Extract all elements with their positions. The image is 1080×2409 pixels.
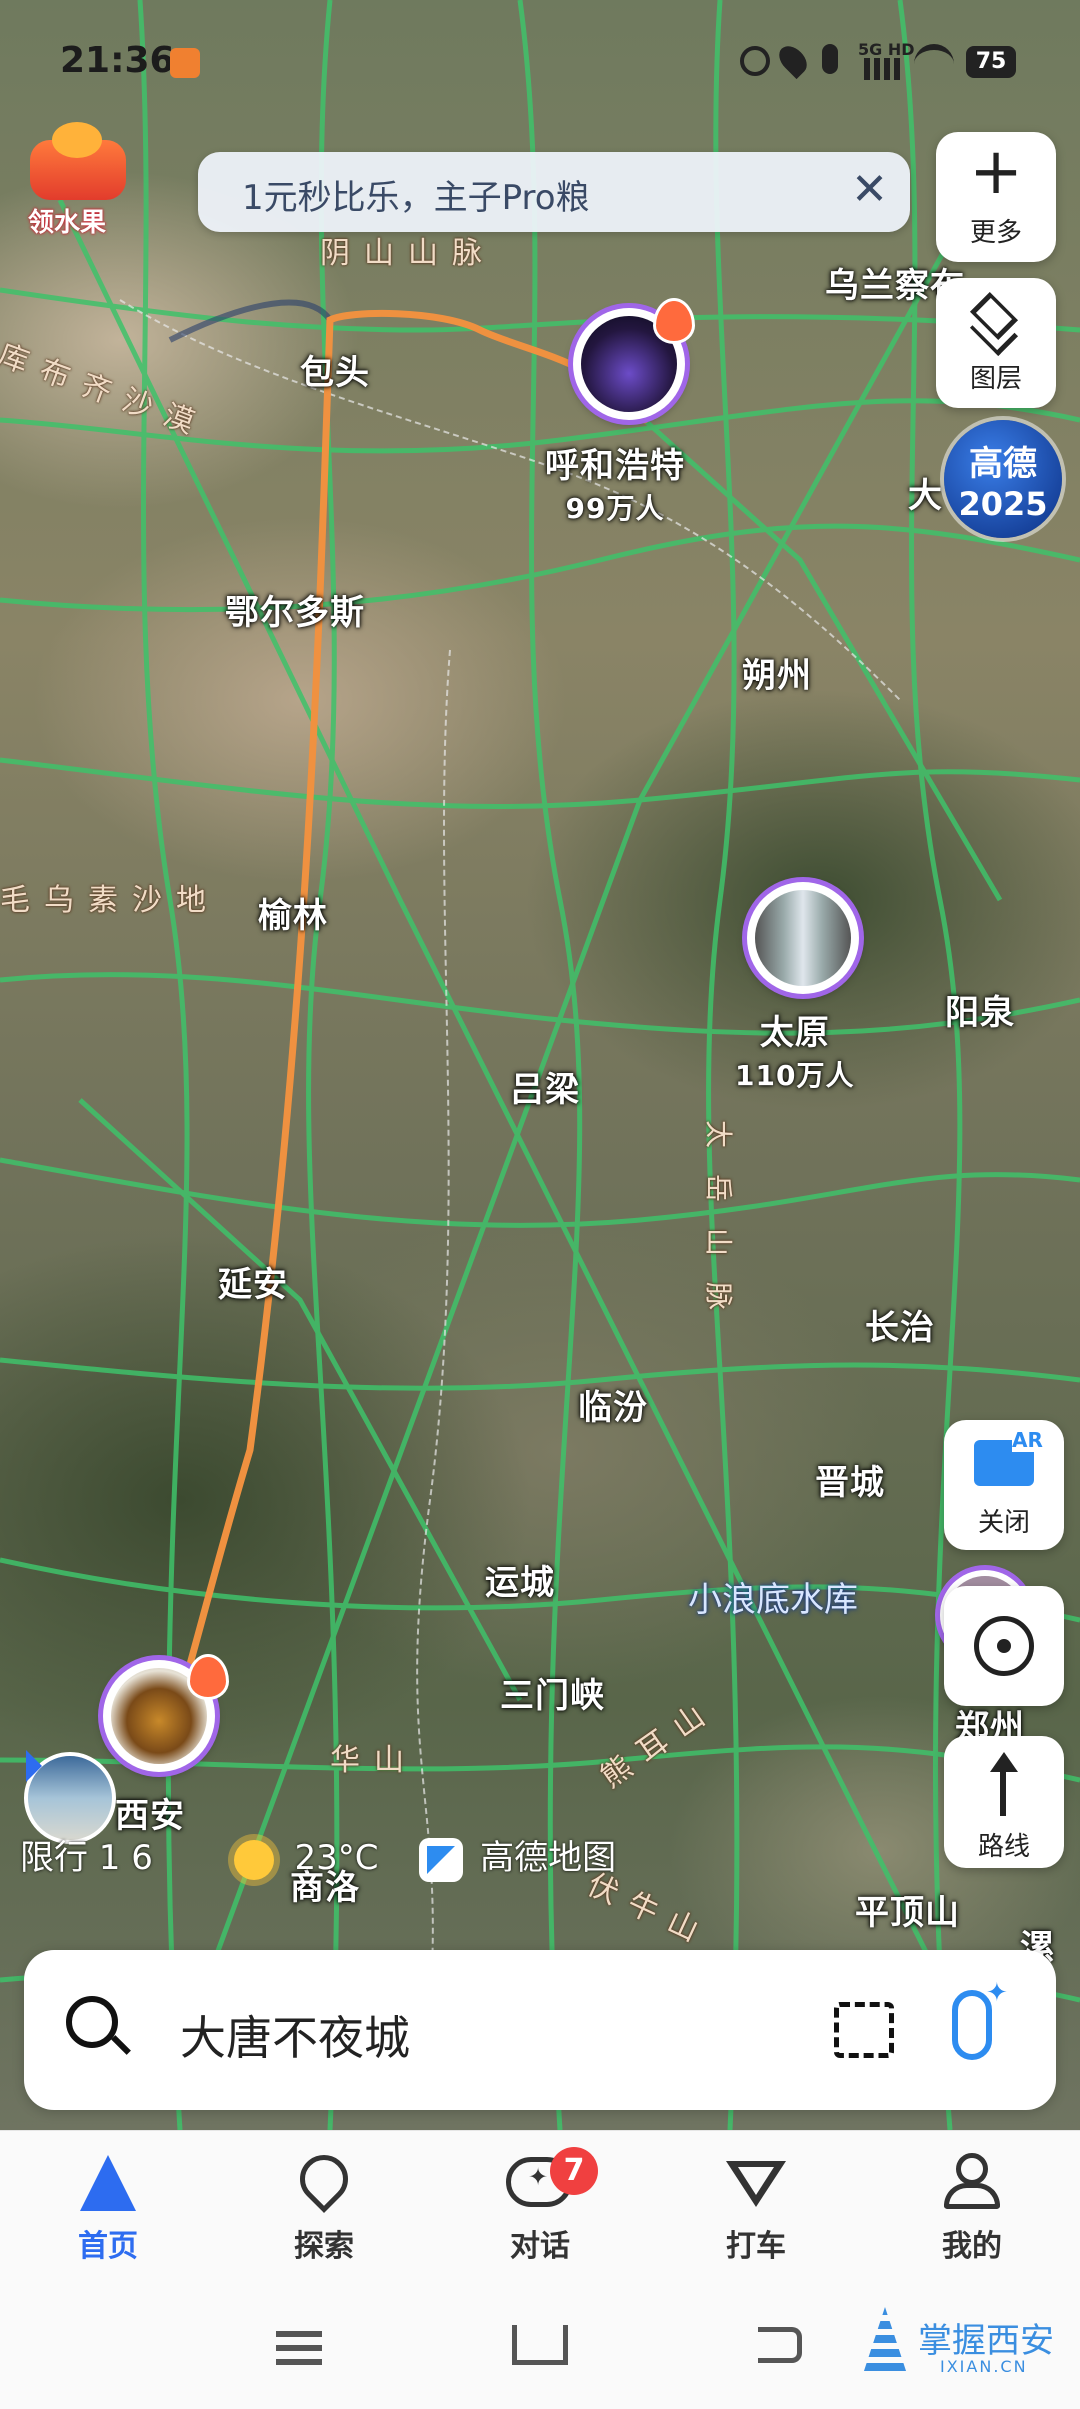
alarm-icon [740, 46, 770, 76]
tab-chat-label: 对话 [510, 2229, 570, 2264]
tab-me[interactable]: 我的 [892, 2151, 1052, 2265]
city-changzhi[interactable]: 长治 [865, 1300, 935, 1349]
city-yuncheng[interactable]: 运城 [485, 1555, 555, 1604]
bottom-nav: 首页 探索 ✦ 7 对话 打车 我的 掌握西安 IXIAN.CN [0, 2130, 1080, 2409]
region-yinshan: 阴山山脉 [320, 236, 496, 271]
poi-huhehaote-photo[interactable] [573, 298, 695, 420]
city-yulin[interactable]: 榆林 [258, 888, 328, 937]
notification-app-icon [170, 48, 200, 78]
back-icon[interactable] [758, 2327, 802, 2363]
search-bar[interactable]: 大唐不夜城 ✦ [24, 1950, 1056, 2110]
region-taihang: 太岳山脉 [702, 1120, 735, 1337]
locate-me-button[interactable] [944, 1586, 1064, 1706]
layers-icon [936, 278, 1056, 358]
tab-home-label: 首页 [78, 2229, 138, 2264]
tab-explore[interactable]: 探索 [244, 2145, 404, 2265]
city-lvliang[interactable]: 吕梁 [510, 1062, 580, 1111]
search-input[interactable]: 大唐不夜城 [180, 2002, 410, 2068]
heading-pointer-icon [26, 1750, 42, 1782]
city-pingdingshan[interactable]: 平顶山 [855, 1885, 960, 1934]
crosshair-icon [974, 1616, 1034, 1676]
tab-explore-label: 探索 [294, 2229, 354, 2264]
fruit-icon [52, 122, 102, 158]
close-icon[interactable]: ✕ [851, 164, 888, 215]
wifi-icon [914, 44, 954, 78]
city-huhehaote[interactable]: 呼和浩特 99万人 [545, 438, 685, 527]
watermark-sub: IXIAN.CN [940, 2357, 1028, 2376]
city-shuozhou[interactable]: 朔州 [742, 648, 812, 697]
label-xiaolangdi: 小浪底水库 [688, 1580, 858, 1620]
tab-taxi-label: 打车 [726, 2229, 786, 2264]
ad-banner-text: 1元秒比乐，主子Pro粮 [242, 178, 590, 218]
city-linfen[interactable]: 临汾 [578, 1380, 648, 1429]
watermark-text: 掌握西安 [918, 2321, 1054, 2361]
restriction-label: 限行 1 6 [20, 1838, 153, 1878]
status-time: 21:36 [60, 40, 175, 81]
location-icon [773, 40, 813, 80]
weather-bar[interactable]: 限行 1 6 23°C 高德地图 [20, 1830, 616, 1882]
city-da[interactable]: 大 [908, 468, 943, 517]
city-sanmenxia[interactable]: 三门峡 [500, 1668, 605, 1717]
search-icon [66, 1996, 118, 2048]
tab-chat[interactable]: ✦ 7 对话 [460, 2147, 620, 2265]
route-fork-icon [944, 1736, 1064, 1826]
map-pin-icon [244, 2145, 404, 2213]
route-label: 路线 [977, 1832, 1030, 1862]
region-maowusu: 毛乌素沙地 [0, 883, 220, 918]
amap-2025-badge[interactable]: 高德 2025 [944, 420, 1062, 538]
poi-taiyuan-photo[interactable] [747, 882, 859, 994]
promo-fruit-button[interactable]: 领水果 [18, 122, 136, 238]
promo-label: 领水果 [28, 208, 107, 238]
chat-badge: 7 [550, 2147, 598, 2195]
chat-sparkle-icon: ✦ [460, 2151, 620, 2213]
hot-flame-icon [653, 298, 695, 344]
ar-label: 关闭 [977, 1508, 1030, 1538]
home-icon[interactable] [512, 2325, 568, 2365]
ad-banner[interactable]: 1元秒比乐，主子Pro粮 ✕ [198, 152, 910, 232]
city-jincheng[interactable]: 晋城 [815, 1455, 885, 1504]
taxi-arrow-icon [676, 2151, 836, 2213]
sun-icon [233, 1839, 274, 1880]
layers-label: 图层 [969, 364, 1022, 394]
plus-icon: + [969, 135, 1023, 209]
route-button[interactable]: 路线 [944, 1736, 1064, 1868]
hot-flame-icon [187, 1654, 229, 1700]
microphone-status-icon [822, 44, 838, 74]
network-label: 5G HD [858, 40, 915, 59]
tab-me-label: 我的 [942, 2229, 1002, 2264]
more-button[interactable]: + 更多 [936, 132, 1056, 262]
city-yangquan[interactable]: 阳泉 [945, 985, 1015, 1034]
sparkle-icon: ✦ [986, 1978, 1008, 2008]
tab-home[interactable]: 首页 [28, 2151, 188, 2265]
scan-icon[interactable] [834, 2002, 894, 2058]
menu-icon[interactable] [276, 2331, 322, 2337]
status-bar: 21:36 5G HD 75 [0, 0, 1080, 120]
temperature-label: 23°C [294, 1838, 379, 1878]
ar-image-icon: AR [944, 1420, 1064, 1502]
navigation-arrow-icon [28, 2151, 188, 2213]
person-icon [892, 2151, 1052, 2213]
amap-brand-label: 高德地图 [480, 1838, 617, 1878]
city-taiyuan[interactable]: 太原 110万人 [735, 1005, 854, 1094]
map-view[interactable]: 阴山山脉 库布齐沙漠 毛乌素沙地 太岳山脉 华山 熊耳山 伏牛山 小浪底水库 包… [0, 0, 1080, 2130]
city-eerduosi[interactable]: 鄂尔多斯 [225, 585, 365, 634]
layers-button[interactable]: 图层 [936, 278, 1056, 408]
poi-xian-photo[interactable] [103, 1654, 229, 1772]
battery-icon: 75 [966, 46, 1016, 78]
city-yanan[interactable]: 延安 [218, 1257, 288, 1306]
region-huashan: 华山 [330, 1743, 418, 1778]
city-baotou[interactable]: 包头 [300, 345, 370, 394]
more-label: 更多 [969, 218, 1022, 248]
signal-icon [864, 58, 904, 80]
amap-logo-icon [419, 1837, 464, 1882]
ar-toggle-button[interactable]: AR 关闭 [944, 1420, 1064, 1550]
tab-taxi[interactable]: 打车 [676, 2151, 836, 2265]
